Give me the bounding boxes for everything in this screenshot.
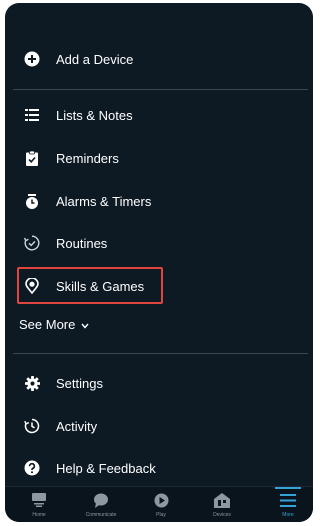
nav-label-communicate: Communicate	[85, 512, 117, 518]
menu-label-reminders: Reminders	[56, 150, 119, 166]
bottom-navigation-bar: Home Communicate Play Devices More	[5, 486, 313, 522]
menu-label-activity: Activity	[56, 418, 98, 434]
list-icon	[22, 105, 42, 125]
menu-item-lists-notes[interactable]: Lists & Notes	[5, 100, 313, 130]
see-more-label: See More	[19, 317, 76, 332]
menu-item-skills-games[interactable]: Skills & Games	[5, 271, 313, 301]
home-icon	[31, 492, 47, 508]
play-icon	[154, 492, 169, 508]
menu-item-help-feedback[interactable]: Help & Feedback	[5, 453, 313, 483]
alarm-clock-icon	[22, 191, 42, 211]
chat-bubble-icon	[93, 492, 109, 508]
app-screen: Add a Device Lists & Notes Reminders Ala…	[5, 3, 313, 522]
hamburger-menu-icon	[280, 492, 296, 508]
nav-label-home: Home	[32, 512, 46, 518]
menu-label-settings: Settings	[56, 375, 103, 391]
help-question-icon	[22, 458, 42, 478]
menu-item-reminders[interactable]: Reminders	[5, 143, 313, 173]
menu-label-alarms-timers: Alarms & Timers	[56, 193, 152, 209]
devices-icon	[214, 492, 230, 508]
menu-label-skills-games: Skills & Games	[56, 278, 145, 294]
menu-label-routines: Routines	[56, 235, 108, 251]
nav-tab-communicate[interactable]: Communicate	[75, 487, 127, 522]
menu-label-add-device: Add a Device	[56, 51, 134, 67]
menu-item-add-device[interactable]: Add a Device	[5, 44, 313, 74]
nav-tab-home[interactable]: Home	[13, 487, 65, 522]
nav-tab-play[interactable]: Play	[135, 487, 187, 522]
nav-tab-devices[interactable]: Devices	[196, 487, 248, 522]
see-more-toggle[interactable]: See More	[19, 317, 89, 332]
menu-label-lists-notes: Lists & Notes	[56, 107, 133, 123]
menu-item-settings[interactable]: Settings	[5, 368, 313, 398]
history-clock-icon	[22, 416, 42, 436]
gear-icon	[22, 373, 42, 393]
location-pin-icon	[22, 276, 42, 296]
divider	[13, 353, 308, 354]
menu-item-routines[interactable]: Routines	[5, 228, 313, 258]
menu-label-help-feedback: Help & Feedback	[56, 460, 156, 476]
nav-label-devices: Devices	[213, 512, 231, 518]
nav-label-play: Play	[156, 512, 166, 518]
menu-item-activity[interactable]: Activity	[5, 411, 313, 441]
menu-item-alarms-timers[interactable]: Alarms & Timers	[5, 186, 313, 216]
nav-label-more: More	[282, 512, 294, 518]
nav-tab-more[interactable]: More	[262, 487, 313, 522]
routines-check-icon	[22, 233, 42, 253]
plus-circle-icon	[22, 49, 42, 69]
chevron-down-icon	[81, 317, 89, 332]
divider	[13, 89, 308, 90]
clipboard-check-icon	[22, 148, 42, 168]
